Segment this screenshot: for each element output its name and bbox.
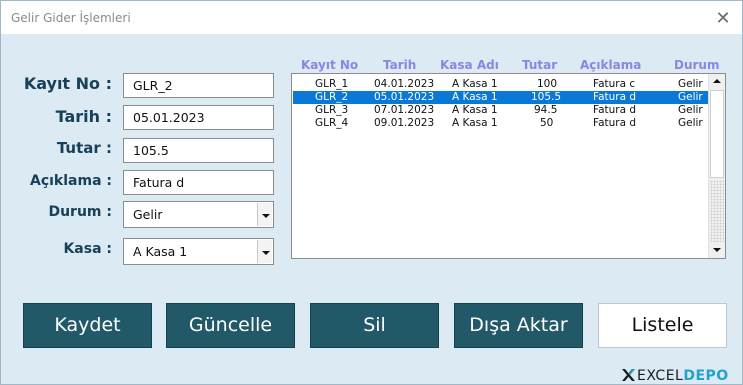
dropdown-arrow-icon[interactable]: [257, 240, 272, 263]
cell-durum: Gelir: [678, 104, 703, 116]
label-durum: Durum :: [48, 204, 112, 220]
tarih-input[interactable]: 05.01.2023: [123, 105, 274, 130]
cell-tutar: 94.5: [534, 104, 558, 116]
title-bar: Gelir Gider İşlemleri ✕: [1, 1, 742, 35]
kasa-select[interactable]: A Kasa 1: [123, 238, 274, 265]
cell-kayit-no: GLR_4: [315, 117, 349, 129]
kaydet-button[interactable]: Kaydet: [23, 303, 152, 348]
records-listbox[interactable]: GLR_1 04.01.2023 A Kasa 1 100 Fatura c G…: [291, 73, 726, 259]
cell-kasa-adi: A Kasa 1: [452, 91, 498, 103]
cell-tutar: 100: [537, 78, 558, 90]
excel-depo-logo: EXCELDEPO: [621, 366, 729, 384]
list-item[interactable]: GLR_3 07.01.2023 A Kasa 1 94.5 Fatura d …: [293, 104, 709, 117]
close-icon[interactable]: ✕: [712, 7, 734, 29]
cell-kasa-adi: A Kasa 1: [452, 104, 498, 116]
cell-tutar: 105.5: [531, 91, 562, 103]
cell-aciklama: Fatura c: [593, 78, 636, 90]
header-kasa-adi: Kasa Adı: [440, 58, 499, 72]
header-aciklama: Açıklama: [580, 58, 642, 72]
dropdown-arrow-icon[interactable]: [257, 203, 272, 226]
sil-button[interactable]: Sil: [310, 303, 439, 348]
scroll-track: [710, 180, 724, 242]
header-tutar: Tutar: [522, 58, 558, 72]
tutar-input[interactable]: 105.5: [123, 138, 274, 163]
window-title: Gelir Gider İşlemleri: [11, 11, 131, 25]
scroll-down-icon[interactable]: [709, 243, 725, 258]
header-tarih: Tarih: [383, 58, 417, 72]
logo-text-excel: EXCEL: [637, 368, 684, 384]
cell-tarih: 09.01.2023: [374, 117, 435, 129]
list-item-selected[interactable]: GLR_2 05.01.2023 A Kasa 1 105.5 Fatura d…: [293, 91, 709, 104]
listele-button[interactable]: Listele: [598, 303, 727, 348]
aciklama-input[interactable]: Fatura d: [123, 170, 274, 195]
durum-value: Gelir: [133, 207, 163, 222]
cell-kayit-no: GLR_2: [315, 91, 349, 103]
header-kayit-no: Kayıt No: [301, 58, 359, 72]
durum-select[interactable]: Gelir: [123, 201, 274, 228]
scroll-thumb[interactable]: [710, 90, 724, 178]
scroll-up-icon[interactable]: [709, 74, 725, 89]
cell-aciklama: Fatura d: [593, 91, 637, 103]
label-tutar: Tutar :: [56, 139, 112, 157]
logo-text-depo: DEPO: [683, 368, 729, 384]
cell-kasa-adi: A Kasa 1: [452, 78, 498, 90]
list-item[interactable]: GLR_4 09.01.2023 A Kasa 1 50 Fatura d Ge…: [293, 117, 709, 130]
cell-tarih: 04.01.2023: [374, 78, 435, 90]
cell-kasa-adi: A Kasa 1: [452, 117, 498, 129]
kayit-no-input[interactable]: GLR_2: [123, 73, 274, 98]
label-kayit-no: Kayıt No :: [23, 74, 112, 93]
excel-depo-logo-icon: [622, 369, 635, 381]
dialog-window: Gelir Gider İşlemleri ✕ Kayıt No : Tarih…: [0, 0, 743, 385]
header-durum: Durum: [674, 58, 720, 72]
kasa-value: A Kasa 1: [133, 244, 188, 259]
label-kasa: Kasa :: [63, 241, 112, 257]
cell-tarih: 05.01.2023: [374, 91, 435, 103]
cell-durum: Gelir: [678, 117, 703, 129]
disa-aktar-button[interactable]: Dışa Aktar: [454, 303, 583, 348]
cell-tarih: 07.01.2023: [374, 104, 435, 116]
cell-durum: Gelir: [678, 91, 703, 103]
cell-aciklama: Fatura d: [593, 117, 637, 129]
cell-durum: Gelir: [678, 78, 703, 90]
cell-kayit-no: GLR_3: [315, 104, 349, 116]
cell-aciklama: Fatura d: [593, 104, 637, 116]
list-item[interactable]: GLR_1 04.01.2023 A Kasa 1 100 Fatura c G…: [293, 78, 709, 91]
label-aciklama: Açıklama :: [30, 173, 112, 189]
list-scrollbar[interactable]: [708, 74, 725, 258]
guncelle-button[interactable]: Güncelle: [166, 303, 295, 348]
cell-tutar: 50: [540, 117, 554, 129]
cell-kayit-no: GLR_1: [315, 78, 349, 90]
label-tarih: Tarih :: [55, 107, 112, 126]
